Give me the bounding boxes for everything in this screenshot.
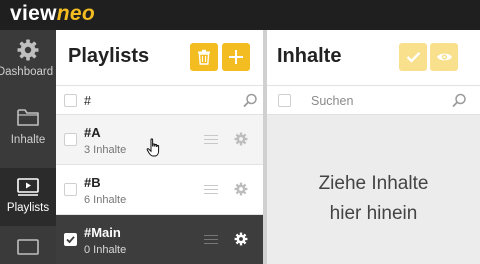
content-dropzone[interactable]: Ziehe Inhalte hier hinein — [267, 115, 480, 264]
preview-button[interactable] — [430, 43, 458, 71]
logo[interactable]: viewneo — [10, 0, 95, 30]
folder-icon — [17, 109, 39, 126]
check-icon — [66, 236, 75, 244]
settings-gear-icon[interactable] — [234, 232, 248, 246]
eye-icon — [436, 53, 452, 61]
settings-gear-icon[interactable] — [234, 132, 248, 146]
check-icon — [406, 51, 420, 63]
inhalte-panel: Inhalte Ziehe Inha — [267, 30, 480, 264]
playlist-count: 6 Inhalte — [84, 194, 127, 206]
sidebar-label-inhalte: Inhalte — [10, 134, 46, 146]
logo-text: view — [10, 2, 57, 25]
playlists-search-row — [56, 85, 263, 115]
inhalte-search-row — [267, 85, 480, 115]
playlist-count: 3 Inhalte — [84, 144, 127, 156]
monitor-icon — [17, 239, 39, 255]
playlist-row[interactable]: #B 6 Inhalte — [56, 165, 263, 215]
drag-handle-icon[interactable] — [204, 235, 218, 244]
playlist-name: #Main — [84, 225, 121, 240]
dropzone-text-line1: Ziehe Inhalte — [318, 173, 429, 194]
inhalte-search-input[interactable] — [311, 92, 441, 110]
search-icon[interactable] — [243, 93, 258, 108]
playlist-count: 0 Inhalte — [84, 244, 127, 256]
top-bar: viewneo — [0, 0, 480, 30]
delete-playlist-button[interactable] — [190, 43, 218, 71]
sidebar-label-playlists: Playlists — [6, 202, 50, 214]
plus-icon — [229, 50, 243, 64]
sidebar-item-screens[interactable] — [0, 236, 56, 264]
trash-icon — [198, 49, 210, 65]
search-icon[interactable] — [452, 93, 467, 108]
inhalte-title: Inhalte — [277, 45, 342, 67]
playlist-checkbox[interactable] — [64, 183, 77, 196]
sidebar-label-dashboard: Dashboard — [0, 66, 54, 78]
drag-handle-icon[interactable] — [204, 185, 218, 194]
confirm-button[interactable] — [399, 43, 427, 71]
drag-handle-icon[interactable] — [204, 135, 218, 144]
sidebar-item-inhalte[interactable]: Inhalte — [0, 106, 56, 158]
playlist-row[interactable]: #Main 0 Inhalte — [56, 215, 263, 264]
playlists-title: Playlists — [68, 45, 150, 67]
gear-icon — [17, 39, 39, 61]
playlist-name: #A — [84, 125, 101, 140]
app-window: viewneo Dashboard Inhalte Playlists Play… — [0, 0, 480, 264]
settings-gear-icon[interactable] — [234, 182, 248, 196]
sidebar: Dashboard Inhalte Playlists — [0, 30, 56, 264]
playlist-name: #B — [84, 175, 101, 190]
sidebar-item-dashboard[interactable]: Dashboard — [0, 38, 56, 90]
select-all-inhalte-checkbox[interactable] — [278, 94, 291, 107]
logo-accent-text: neo — [56, 2, 95, 25]
inhalte-header: Inhalte — [267, 30, 480, 85]
hand-cursor-icon — [146, 138, 160, 157]
select-all-playlists-checkbox[interactable] — [64, 94, 77, 107]
playlist-checkbox[interactable] — [64, 233, 77, 246]
playlists-search-input[interactable] — [84, 92, 234, 110]
add-playlist-button[interactable] — [222, 43, 250, 71]
dropzone-text-line2: hier hinein — [329, 203, 418, 224]
playlist-icon — [17, 178, 39, 196]
sidebar-item-playlists[interactable]: Playlists — [0, 168, 56, 226]
playlist-checkbox[interactable] — [64, 133, 77, 146]
playlists-header: Playlists — [56, 30, 263, 85]
